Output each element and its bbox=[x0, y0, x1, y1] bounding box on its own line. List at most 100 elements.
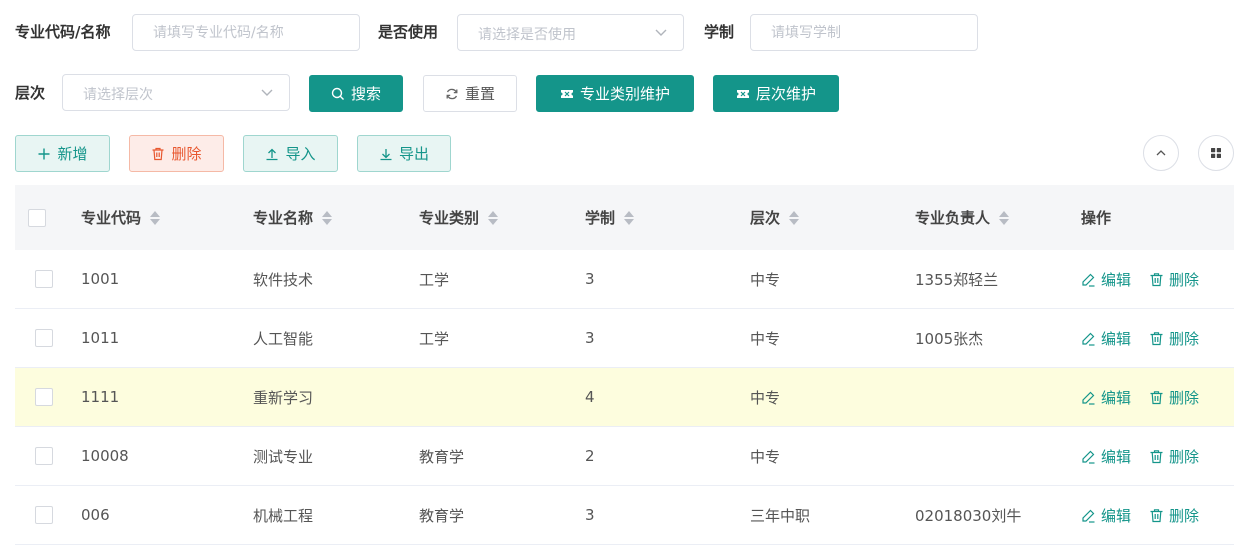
chevron-down-icon bbox=[261, 89, 273, 96]
col-duration[interactable]: 学制 bbox=[585, 185, 635, 250]
edit-button-label: 编辑 bbox=[1101, 270, 1132, 289]
in-use-select-placeholder: 请选择是否使用 bbox=[478, 27, 576, 43]
edit-button-label: 编辑 bbox=[1101, 506, 1132, 525]
cell-name: 软件技术 bbox=[253, 270, 314, 289]
cell-duration: 2 bbox=[585, 447, 595, 465]
search-button[interactable]: 搜索 bbox=[309, 75, 403, 112]
cell-code: 1111 bbox=[81, 388, 120, 406]
reset-button-label: 重置 bbox=[464, 85, 495, 103]
sort-icon[interactable] bbox=[999, 210, 1010, 225]
edit-icon bbox=[1082, 509, 1095, 523]
category-maintain-button-label: 专业类别维护 bbox=[579, 85, 670, 103]
sort-icon[interactable] bbox=[488, 210, 499, 225]
trash-icon bbox=[152, 147, 164, 160]
add-button-label: 新增 bbox=[57, 145, 88, 163]
major-code-name-input-wrap[interactable] bbox=[132, 14, 360, 51]
row-delete-button[interactable]: 删除 bbox=[1149, 269, 1199, 290]
row-actions: 编辑 删除 bbox=[1081, 427, 1199, 485]
ticket-icon bbox=[736, 89, 749, 98]
sort-icon[interactable] bbox=[322, 210, 333, 225]
level-maintain-button-label: 层次维护 bbox=[755, 85, 816, 103]
level-maintain-button[interactable]: 层次维护 bbox=[713, 75, 839, 112]
cell-level: 中专 bbox=[750, 270, 781, 289]
cell-category: 教育学 bbox=[419, 447, 465, 466]
row-delete-button-label: 删除 bbox=[1169, 388, 1200, 407]
add-button[interactable]: 新增 bbox=[15, 135, 110, 172]
row-delete-button[interactable]: 删除 bbox=[1149, 505, 1199, 526]
edit-button-label: 编辑 bbox=[1101, 388, 1132, 407]
search-icon bbox=[331, 87, 344, 100]
select-all-checkbox[interactable] bbox=[28, 208, 46, 227]
sort-icon[interactable] bbox=[150, 210, 161, 225]
row-actions: 编辑 删除 bbox=[1081, 368, 1199, 426]
sort-icon[interactable] bbox=[624, 210, 635, 225]
cell-category: 工学 bbox=[419, 329, 450, 348]
row-actions: 编辑 删除 bbox=[1081, 250, 1199, 308]
chevron-up-icon bbox=[1156, 150, 1166, 156]
row-checkbox[interactable] bbox=[35, 270, 53, 288]
row-delete-button[interactable]: 删除 bbox=[1149, 446, 1199, 467]
col-leader[interactable]: 专业负责人 bbox=[915, 185, 1010, 250]
col-category-label: 专业类别 bbox=[419, 209, 480, 227]
export-button[interactable]: 导出 bbox=[357, 135, 451, 172]
col-name[interactable]: 专业名称 bbox=[253, 185, 333, 250]
edit-button[interactable]: 编辑 bbox=[1081, 269, 1131, 290]
cell-code: 10008 bbox=[81, 447, 129, 465]
edit-button[interactable]: 编辑 bbox=[1081, 387, 1131, 408]
row-delete-button-label: 删除 bbox=[1169, 506, 1200, 525]
edit-button[interactable]: 编辑 bbox=[1081, 446, 1131, 467]
cell-name: 人工智能 bbox=[253, 329, 314, 348]
column-settings-button[interactable] bbox=[1198, 135, 1234, 171]
duration-input-wrap[interactable] bbox=[750, 14, 978, 51]
edit-icon bbox=[1082, 332, 1095, 346]
edit-button[interactable]: 编辑 bbox=[1081, 328, 1131, 349]
row-delete-button[interactable]: 删除 bbox=[1149, 387, 1199, 408]
cell-name: 测试专业 bbox=[253, 447, 314, 466]
cell-level: 中专 bbox=[750, 329, 781, 348]
sort-icon[interactable] bbox=[789, 210, 800, 225]
duration-input[interactable] bbox=[751, 15, 977, 50]
cell-level: 三年中职 bbox=[750, 506, 811, 525]
trash-icon bbox=[1150, 390, 1163, 404]
delete-button-label: 删除 bbox=[171, 145, 202, 163]
import-button[interactable]: 导入 bbox=[243, 135, 338, 172]
row-actions: 编辑 删除 bbox=[1081, 486, 1199, 544]
cell-duration: 3 bbox=[585, 506, 595, 524]
col-level-label: 层次 bbox=[750, 209, 781, 227]
table-row: 10008 测试专业 教育学 2 中专 编辑 删除 bbox=[15, 427, 1234, 486]
level-label: 层次 bbox=[15, 84, 46, 102]
col-level[interactable]: 层次 bbox=[750, 185, 800, 250]
search-button-label: 搜索 bbox=[350, 85, 381, 103]
major-code-name-input[interactable] bbox=[133, 15, 359, 50]
ticket-icon bbox=[560, 89, 573, 98]
cell-duration: 3 bbox=[585, 270, 595, 288]
col-category[interactable]: 专业类别 bbox=[419, 185, 499, 250]
row-delete-button-label: 删除 bbox=[1169, 329, 1200, 348]
cell-category: 教育学 bbox=[419, 506, 465, 525]
major-code-name-label: 专业代码/名称 bbox=[15, 23, 111, 41]
category-maintain-button[interactable]: 专业类别维护 bbox=[536, 75, 694, 112]
row-checkbox[interactable] bbox=[35, 388, 53, 406]
row-checkbox[interactable] bbox=[35, 447, 53, 465]
reset-button[interactable]: 重置 bbox=[423, 75, 517, 112]
edit-button[interactable]: 编辑 bbox=[1081, 505, 1131, 526]
chevron-down-icon bbox=[655, 29, 667, 36]
level-select[interactable]: 请选择层次 bbox=[62, 74, 290, 111]
table-body: 1001 软件技术 工学 3 中专 1355郑轻兰 编辑 删除 1011 人工智… bbox=[15, 250, 1234, 545]
delete-button[interactable]: 删除 bbox=[129, 135, 224, 172]
cell-leader: 1005张杰 bbox=[915, 329, 984, 348]
cell-name: 重新学习 bbox=[253, 388, 314, 407]
col-code[interactable]: 专业代码 bbox=[81, 185, 161, 250]
level-select-placeholder: 请选择层次 bbox=[83, 87, 153, 103]
row-checkbox[interactable] bbox=[35, 329, 53, 347]
row-checkbox[interactable] bbox=[35, 506, 53, 524]
trash-icon bbox=[1150, 449, 1163, 463]
edit-icon bbox=[1082, 450, 1095, 464]
collapse-filters-button[interactable] bbox=[1143, 135, 1179, 171]
cell-code: 1011 bbox=[81, 329, 120, 347]
row-select-cell bbox=[35, 309, 53, 367]
import-button-label: 导入 bbox=[285, 145, 316, 163]
trash-icon bbox=[1150, 331, 1163, 345]
in-use-select[interactable]: 请选择是否使用 bbox=[457, 14, 684, 51]
row-delete-button[interactable]: 删除 bbox=[1149, 328, 1199, 349]
